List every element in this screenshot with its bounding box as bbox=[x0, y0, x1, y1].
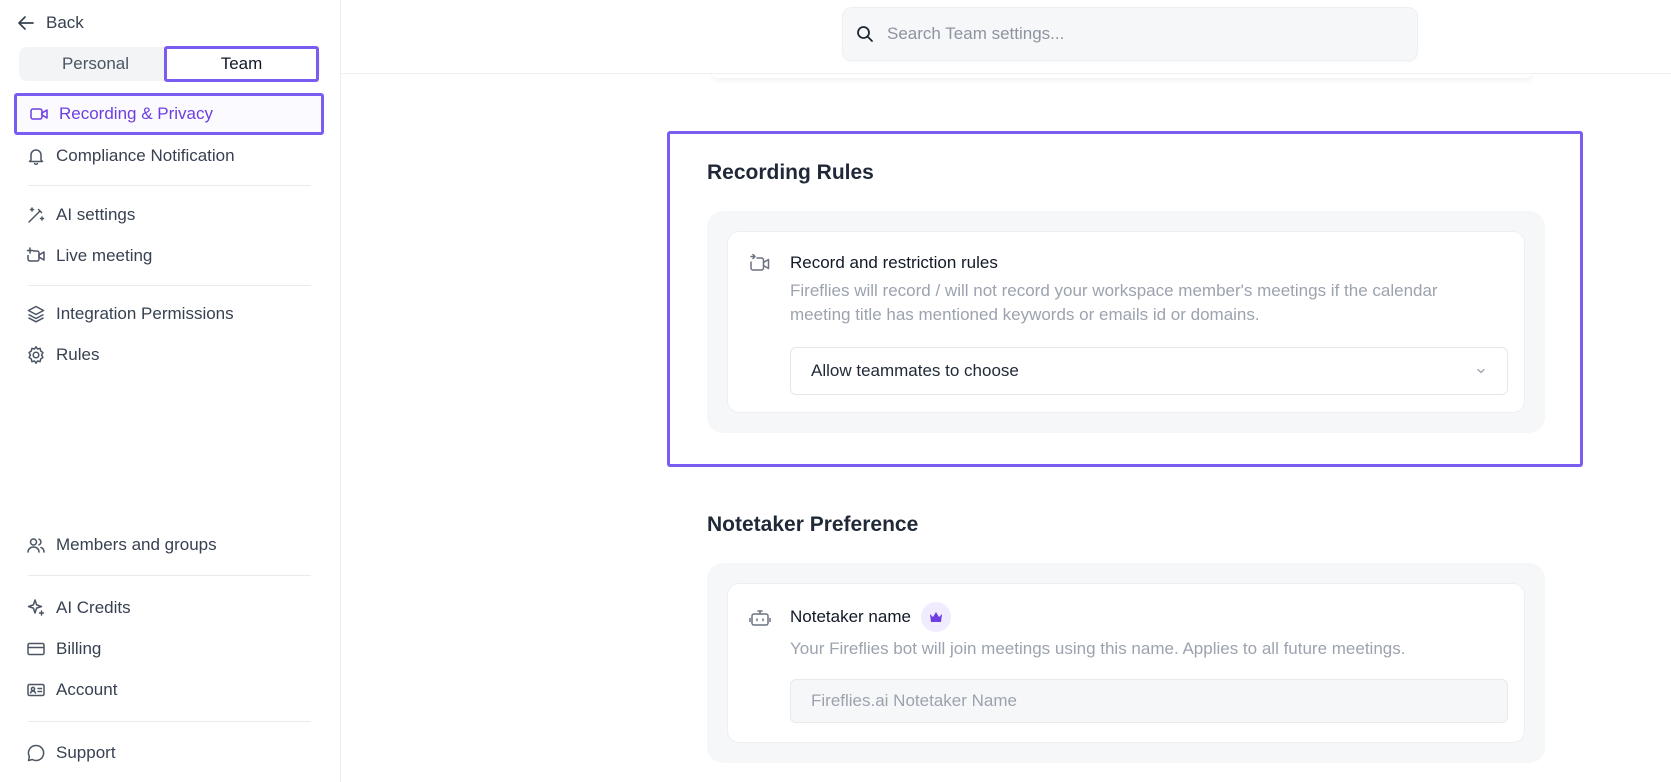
crown-icon bbox=[929, 612, 942, 622]
notetaker-name-input[interactable] bbox=[811, 691, 1491, 711]
sidebar-item-label: Compliance Notification bbox=[56, 146, 235, 165]
tab-team[interactable]: Team bbox=[164, 46, 319, 82]
arrow-left-icon bbox=[18, 16, 34, 30]
credit-card-icon bbox=[27, 642, 45, 656]
sidebar-item-live-meeting[interactable]: Live meeting bbox=[26, 242, 152, 270]
sidebar-item-label: Account bbox=[56, 680, 118, 699]
sidebar-item-label: Recording & Privacy bbox=[59, 104, 214, 123]
record-restriction-rule: Record and restriction rules Fireflies w… bbox=[727, 231, 1525, 413]
record-restriction-description: Fireflies will record / will not record … bbox=[790, 281, 1438, 324]
search-box[interactable] bbox=[842, 7, 1418, 61]
chevron-down-icon bbox=[1477, 368, 1485, 374]
notetaker-name-setting: Notetaker name Your Fireflies bot will j… bbox=[727, 583, 1525, 743]
sidebar-item-label: Billing bbox=[56, 639, 102, 658]
sidebar-item-label: Integration Permissions bbox=[56, 304, 234, 323]
magic-wand-icon bbox=[28, 207, 45, 223]
notetaker-name-title-row: Notetaker name bbox=[790, 602, 951, 632]
sidebar-item-account[interactable]: Account bbox=[26, 676, 117, 704]
bot-icon bbox=[749, 610, 771, 626]
notetaker-preference-title: Notetaker Preference bbox=[707, 513, 919, 536]
sidebar-divider bbox=[28, 285, 311, 286]
record-restriction-title: Record and restriction rules bbox=[790, 253, 998, 272]
chat-bubble-icon bbox=[27, 744, 45, 762]
premium-badge bbox=[920, 602, 951, 632]
settings-app: Back Personal Team Recording & Privacy C… bbox=[0, 0, 1671, 782]
id-card-icon bbox=[27, 683, 45, 697]
gear-icon bbox=[28, 346, 44, 364]
recording-rule-select-value: Allow teammates to choose bbox=[811, 361, 1019, 380]
users-icon bbox=[27, 538, 45, 553]
search-icon bbox=[857, 26, 873, 42]
sidebar-item-members-groups[interactable]: Members and groups bbox=[26, 531, 217, 559]
sidebar-item-ai-settings[interactable]: AI settings bbox=[26, 201, 135, 229]
previous-card-edge bbox=[711, 70, 1533, 78]
sidebar-item-ai-credits[interactable]: AI Credits bbox=[26, 594, 131, 622]
sidebar-item-support[interactable]: Support bbox=[26, 739, 116, 767]
search-input[interactable] bbox=[887, 24, 1387, 44]
sidebar-divider bbox=[28, 575, 311, 576]
notetaker-name-title: Notetaker name bbox=[790, 607, 911, 626]
video-plus-icon bbox=[26, 247, 45, 262]
video-record-icon bbox=[750, 253, 770, 271]
sidebar: Back Personal Team Recording & Privacy C… bbox=[0, 0, 341, 782]
bell-icon bbox=[28, 149, 44, 166]
sidebar-item-billing[interactable]: Billing bbox=[26, 635, 101, 663]
sidebar-item-label: Rules bbox=[56, 345, 100, 364]
sidebar-item-recording-privacy[interactable]: Recording & Privacy bbox=[14, 93, 324, 135]
sidebar-item-rules[interactable]: Rules bbox=[26, 341, 99, 369]
recording-rules-card: Record and restriction rules Fireflies w… bbox=[707, 211, 1545, 433]
sidebar-item-label: Live meeting bbox=[56, 246, 153, 265]
notetaker-name-description: Your Fireflies bot will join meetings us… bbox=[790, 639, 1406, 658]
sidebar-divider bbox=[28, 185, 311, 186]
back-button[interactable]: Back bbox=[16, 10, 84, 36]
top-bar bbox=[341, 0, 1671, 74]
sidebar-item-label: AI settings bbox=[56, 205, 136, 224]
scope-toggle: Personal Team bbox=[19, 46, 320, 82]
sidebar-item-integration-permissions[interactable]: Integration Permissions bbox=[26, 300, 234, 328]
layers-icon bbox=[27, 305, 45, 323]
sidebar-divider bbox=[28, 721, 311, 722]
sidebar-item-compliance-notification[interactable]: Compliance Notification bbox=[26, 142, 235, 170]
sidebar-item-label: Members and groups bbox=[56, 535, 217, 554]
sparkle-icon bbox=[27, 599, 45, 616]
video-camera-icon bbox=[30, 108, 48, 120]
back-label: Back bbox=[46, 13, 84, 32]
tab-personal[interactable]: Personal bbox=[19, 47, 172, 81]
recording-rules-title: Recording Rules bbox=[707, 161, 874, 184]
sidebar-item-label: Support bbox=[56, 743, 116, 762]
notetaker-name-field[interactable] bbox=[790, 679, 1508, 723]
recording-rule-select[interactable]: Allow teammates to choose bbox=[790, 347, 1508, 395]
sidebar-item-label: AI Credits bbox=[56, 598, 131, 617]
notetaker-card: Notetaker name Your Fireflies bot will j… bbox=[707, 563, 1545, 763]
